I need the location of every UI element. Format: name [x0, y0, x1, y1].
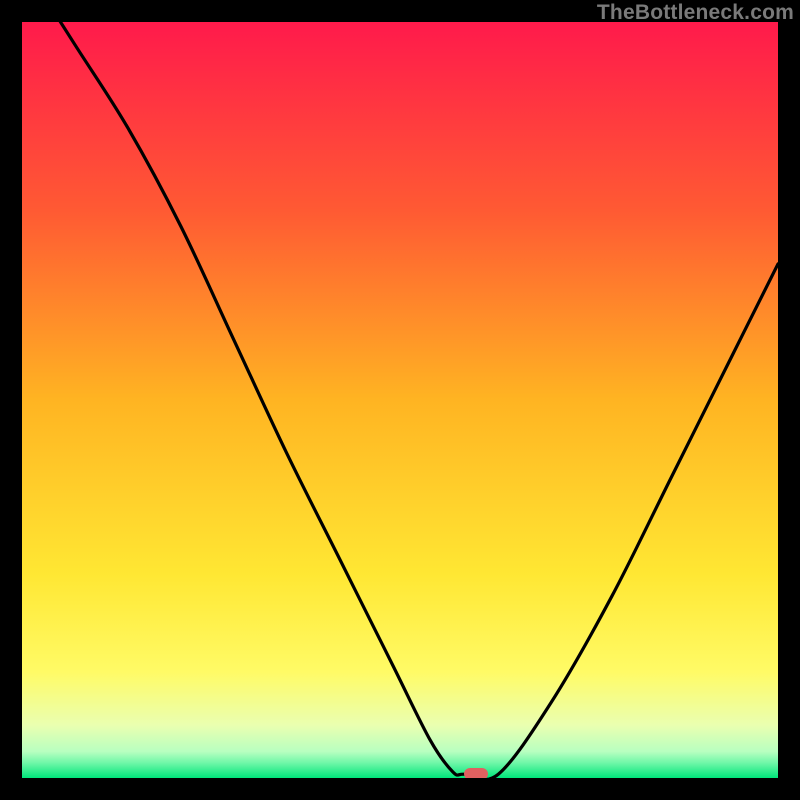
chart-frame: TheBottleneck.com: [0, 0, 800, 800]
plot-area: [22, 22, 778, 778]
bottleneck-curve: [22, 22, 778, 778]
optimal-marker: [464, 768, 488, 778]
